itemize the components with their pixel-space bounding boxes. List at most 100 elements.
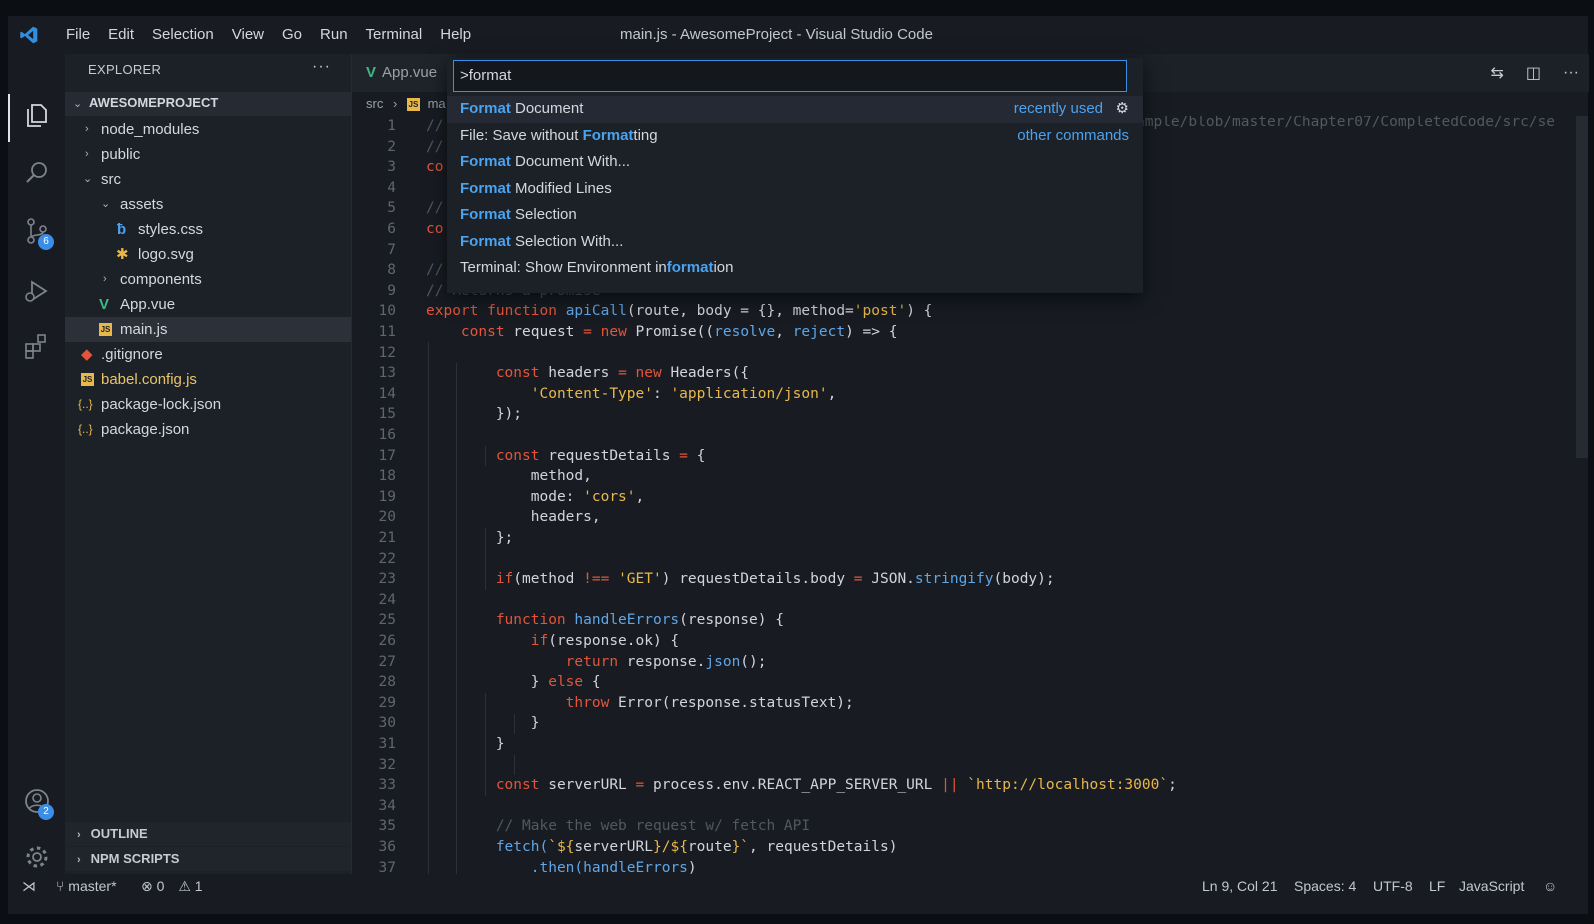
code-text: //	[426, 260, 443, 281]
menu-selection[interactable]: Selection	[143, 16, 223, 54]
code-token: headers	[548, 365, 610, 382]
indentation[interactable]: Spaces: 4	[1294, 874, 1356, 898]
tab-app-vue[interactable]: V App.vue	[352, 54, 457, 92]
chevron-down-icon: ⌄	[83, 173, 93, 185]
menu-view[interactable]: View	[223, 16, 273, 54]
breadcrumb-folder[interactable]: src	[366, 96, 383, 111]
title-bar: File Edit Selection View Go Run Terminal…	[8, 16, 1588, 54]
command-palette-item[interactable]: Format Document recently used ⚙	[447, 96, 1143, 123]
language-mode[interactable]: JavaScript	[1459, 874, 1524, 898]
outline-section[interactable]: › OUTLINE	[65, 822, 351, 846]
command-palette-item[interactable]: Terminal: Show Environment information	[447, 255, 1143, 282]
tree-item-package-json[interactable]: {..} package.json	[65, 417, 351, 442]
code-token: JSON.	[862, 571, 915, 588]
tree-item-app-vue[interactable]: V App.vue	[65, 292, 351, 317]
command-palette-item[interactable]: Format Selection	[447, 202, 1143, 229]
branch-name: master*	[68, 878, 117, 894]
editor-scrollbar[interactable]	[1576, 116, 1588, 458]
line-number: 35	[378, 818, 396, 835]
command-palette-item[interactable]: File: Save without Formatting other comma…	[447, 123, 1143, 150]
branch-indicator[interactable]: ⑂ master*	[56, 874, 117, 898]
compare-changes-icon[interactable]: ⇆	[1490, 63, 1503, 83]
tree-label: babel.config.js	[101, 371, 197, 388]
tree-item-main-js[interactable]: JS main.js	[65, 317, 351, 342]
more-actions-icon[interactable]: ···	[1563, 64, 1579, 82]
menu-edit[interactable]: Edit	[99, 16, 143, 54]
window-title: main.js - AwesomeProject - Visual Studio…	[620, 26, 933, 43]
tree-item-node-modules[interactable]: › node_modules	[65, 117, 351, 142]
line-number: 7	[387, 241, 396, 258]
css-file-icon: ƀ	[117, 221, 127, 238]
code-token: serverURL	[574, 839, 653, 855]
command-palette-input[interactable]: >format	[453, 60, 1127, 92]
command-palette-item[interactable]: Format Selection With...	[447, 229, 1143, 256]
line-number: 8	[387, 262, 396, 279]
warning-count: 1	[194, 878, 203, 894]
search-icon[interactable]	[22, 158, 52, 188]
code-line: 25 function handleErrors(response) {	[352, 610, 1562, 631]
line-number: 15	[378, 406, 396, 423]
menu-run[interactable]: Run	[311, 16, 357, 54]
code-token: ) => {	[845, 324, 898, 340]
code-token: !==	[583, 571, 610, 588]
line-number: 9	[387, 282, 396, 299]
tree-item-gitignore[interactable]: ◆ .gitignore	[65, 342, 351, 367]
configure-keybinding-gear-icon[interactable]: ⚙	[1116, 96, 1129, 123]
tree-item-styles-css[interactable]: ƀ styles.css	[65, 217, 351, 242]
activity-bar: 6 2	[8, 54, 65, 884]
npm-scripts-section[interactable]: › NPM SCRIPTS	[65, 847, 351, 871]
explorer-more-icon[interactable]: ···	[312, 58, 331, 76]
tree-label: components	[120, 271, 202, 288]
json-file-icon: {..}	[78, 397, 93, 411]
tree-item-assets[interactable]: ⌄ assets	[65, 192, 351, 217]
problems-indicator[interactable]: ⊗ 0 ⚠ 1	[141, 874, 203, 898]
settings-gear-icon[interactable]	[22, 842, 52, 872]
extensions-icon[interactable]	[22, 332, 52, 362]
command-palette-item[interactable]: Format Document With...	[447, 149, 1143, 176]
code-text: 'Content-Type': 'application/json',	[531, 384, 837, 405]
breadcrumb-file[interactable]: ma	[428, 96, 446, 111]
project-folder-header[interactable]: ⌄ AWESOMEPROJECT	[65, 92, 351, 116]
error-icon: ⊗	[141, 878, 153, 894]
code-token: reject	[792, 324, 846, 340]
cursor-position[interactable]: Ln 9, Col 21	[1202, 874, 1278, 898]
code-token: =	[583, 324, 592, 340]
item-text: Modified Lines	[510, 179, 612, 197]
encoding[interactable]: UTF-8	[1373, 874, 1413, 898]
tree-item-components[interactable]: › components	[65, 267, 351, 292]
remote-icon[interactable]: ⋊	[22, 874, 36, 898]
code-line: 17 const requestDetails = {	[352, 446, 1562, 467]
code-token: (method	[513, 571, 584, 588]
code-line: 31}	[352, 734, 1562, 755]
tree-item-logo-svg[interactable]: ✱ logo.svg	[65, 242, 351, 267]
js-file-icon: JS	[81, 373, 94, 386]
line-number: 17	[378, 447, 396, 464]
tree-label: .gitignore	[101, 346, 163, 363]
code-token: 'application/json'	[670, 385, 828, 402]
code-token: =	[618, 365, 627, 382]
explorer-icon[interactable]	[22, 100, 52, 130]
accounts-badge: 2	[38, 804, 54, 820]
tree-item-src[interactable]: ⌄ src	[65, 167, 351, 192]
command-palette-item[interactable]: Format Modified Lines	[447, 176, 1143, 203]
tree-item-public[interactable]: › public	[65, 142, 351, 167]
menu-terminal[interactable]: Terminal	[357, 16, 432, 54]
code-text: function handleErrors(response) {	[496, 610, 784, 631]
tree-item-package-lock[interactable]: {..} package-lock.json	[65, 392, 351, 417]
split-editor-icon[interactable]: ◫	[1526, 63, 1541, 83]
code-token: function	[495, 612, 566, 629]
end-of-line[interactable]: LF	[1429, 874, 1445, 898]
run-debug-icon[interactable]	[22, 276, 52, 306]
menu-file[interactable]: File	[57, 16, 99, 54]
code-token: (route, body = {}, method=	[626, 303, 854, 320]
tree-item-babel-config[interactable]: JS babel.config.js	[65, 367, 351, 392]
menu-help[interactable]: Help	[431, 16, 480, 54]
menu-go[interactable]: Go	[273, 16, 311, 54]
npm-scripts-label: NPM SCRIPTS	[90, 851, 180, 866]
feedback-icon[interactable]: ☺	[1543, 874, 1557, 898]
